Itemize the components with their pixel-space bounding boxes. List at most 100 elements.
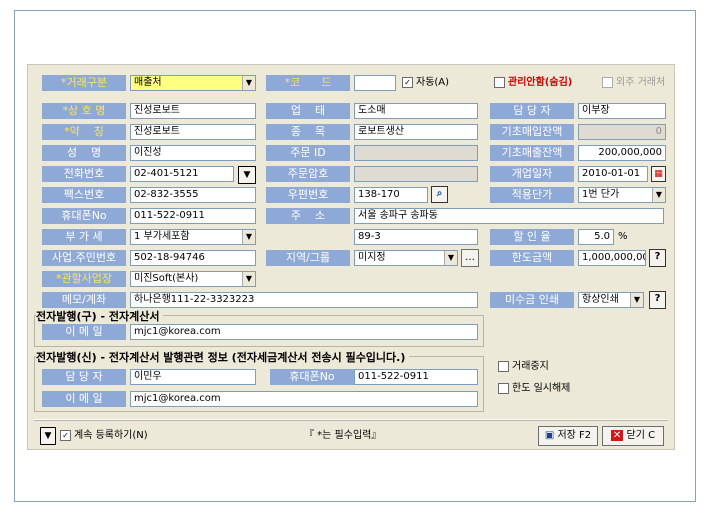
address-label: 주 소 <box>266 208 350 224</box>
stop-trade-checkbox[interactable]: 거래중지 <box>498 360 549 374</box>
einvoice-new-mobile-input[interactable]: 011-522-0911 <box>354 369 478 385</box>
unpaid-print-select[interactable]: 항상인쇄 ▼ <box>578 292 644 308</box>
unpaid-help-button[interactable]: ? <box>649 291 666 309</box>
outsourcing-checkbox[interactable]: 외주 거래처 <box>602 76 665 90</box>
item-input[interactable]: 로보트생산 <box>354 124 478 140</box>
orderpw-input[interactable] <box>354 166 478 182</box>
fax-input[interactable]: 02-832-3555 <box>130 187 256 203</box>
question-icon: ? <box>654 293 661 304</box>
base-sales-input[interactable]: 200,000,000 <box>578 145 666 161</box>
base-purchase-input[interactable]: 0 <box>578 124 666 140</box>
trade-type-label-text: *거래구분 <box>61 76 107 89</box>
discount-label: 할 인 율 <box>490 229 574 245</box>
unpaid-print-label: 미수금 인쇄 <box>490 292 574 308</box>
workplace-value: 미진Soft(본사) <box>134 273 199 284</box>
discount-input[interactable]: 5.0 <box>578 229 614 245</box>
vat-select[interactable]: 1 부가세포함 ▼ <box>130 229 256 245</box>
address1-input[interactable]: 서울 송파구 송파동 <box>354 208 664 224</box>
einvoice-new-manager-input[interactable]: 이민우 <box>130 369 256 385</box>
abbr-input[interactable]: 진성로보트 <box>130 124 256 140</box>
close-button-label: 닫기 C <box>626 430 656 441</box>
trade-type-select[interactable]: 매출처 ▼ <box>130 75 256 91</box>
checkbox-box-icon <box>494 76 505 88</box>
checkbox-box-icon <box>498 382 509 394</box>
workplace-select[interactable]: 미진Soft(본사) ▼ <box>130 271 256 287</box>
checkmark-icon: ✓ <box>60 429 71 441</box>
company-label-text: *상 호 명 <box>62 104 106 117</box>
einvoice-old-email-input[interactable]: mjc1@korea.com <box>130 324 478 340</box>
einvoice-new-mobile-label: 휴대폰No <box>270 369 354 385</box>
continue-label: 계속 등록하기(N) <box>74 430 148 441</box>
limit-label: 한도금액 <box>490 250 574 266</box>
close-icon: ✕ <box>610 430 624 441</box>
abbr-label: *약 칭 <box>42 124 126 140</box>
base-sales-label: 기초매출잔액 <box>490 145 574 161</box>
save-button[interactable]: ▣ 저장 F2 <box>538 426 598 446</box>
region-more-button[interactable]: … <box>461 249 479 267</box>
einvoice-new-manager-label: 담 당 자 <box>42 369 126 385</box>
footer-dropdown-button[interactable]: ▼ <box>40 427 56 445</box>
apply-price-value: 1번 단가 <box>582 189 620 200</box>
trade-type-label: *거래구분 <box>42 75 126 91</box>
unpaid-print-value: 항상인쇄 <box>582 294 619 305</box>
vat-value: 1 부가세포함 <box>134 231 190 242</box>
manager-label: 담 당 자 <box>490 103 574 119</box>
apply-price-select[interactable]: 1번 단가 ▼ <box>578 187 666 203</box>
auto-checkbox[interactable]: ✓ 자동(A) <box>402 76 449 90</box>
orderid-label: 주문 ID <box>266 145 350 161</box>
region-select[interactable]: 미지정 ▼ <box>354 250 458 266</box>
zip-search-button[interactable]: ⌕ <box>431 186 448 203</box>
close-button[interactable]: ✕ 닫기 C <box>602 426 664 446</box>
region-value: 미지정 <box>358 252 386 263</box>
base-purchase-label: 기초매입잔액 <box>490 124 574 140</box>
mobile-input[interactable]: 011-522-0911 <box>130 208 256 224</box>
bizno-input[interactable]: 502-18-94746 <box>130 250 256 266</box>
calendar-button[interactable]: ▦ <box>651 166 666 182</box>
calendar-icon: ▦ <box>654 169 663 179</box>
checkmark-icon: ✓ <box>402 76 413 88</box>
chevron-down-icon[interactable]: ▼ <box>652 188 665 202</box>
chevron-down-icon[interactable]: ▼ <box>242 76 255 90</box>
address2-input[interactable]: 89-3 <box>354 229 478 245</box>
zip-input[interactable]: 138-170 <box>354 187 428 203</box>
limit-release-checkbox[interactable]: 한도 일시해제 <box>498 382 570 396</box>
chevron-down-icon[interactable]: ▼ <box>444 251 457 265</box>
chevron-down-icon[interactable]: ▼ <box>242 230 255 244</box>
memo-input[interactable]: 하나은행111-22-3323223 <box>130 292 478 308</box>
mgmt-hidden-checkbox[interactable]: 관리안함(숨김) <box>494 76 572 90</box>
footer-separator <box>34 419 668 421</box>
phone-input[interactable]: 02-401-5121 <box>130 166 234 182</box>
region-label: 지역/그룹 <box>266 250 350 266</box>
einvoice-old-email-label: 이 메 일 <box>42 324 126 340</box>
chevron-down-icon[interactable]: ▼ <box>630 293 643 307</box>
bizno-label: 사업.주민번호 <box>42 250 126 266</box>
ellipsis-icon: … <box>465 252 475 263</box>
phone-dropdown-button[interactable]: ▼ <box>238 166 256 184</box>
orderid-input[interactable] <box>354 145 478 161</box>
trade-type-value: 매출처 <box>134 77 162 88</box>
chevron-down-icon[interactable]: ▼ <box>242 272 255 286</box>
code-input[interactable] <box>354 75 396 91</box>
orderpw-label: 주문암호 <box>266 166 350 182</box>
limit-input[interactable]: 1,000,000,000 <box>578 250 646 266</box>
question-icon: ? <box>654 251 661 262</box>
continue-checkbox[interactable]: ✓ 계속 등록하기(N) <box>60 429 148 443</box>
name-label: 성 명 <box>42 145 126 161</box>
company-label: *상 호 명 <box>42 103 126 119</box>
limit-release-label: 한도 일시해제 <box>512 383 571 394</box>
name-input[interactable]: 이진성 <box>130 145 256 161</box>
open-date-input[interactable]: 2010-01-01 <box>578 166 648 182</box>
save-button-label: 저장 F2 <box>557 430 592 441</box>
floppy-disk-icon: ▣ <box>544 430 555 441</box>
einvoice-new-email-label: 이 메 일 <box>42 391 126 407</box>
limit-help-button[interactable]: ? <box>649 249 666 267</box>
manager-input[interactable]: 이부장 <box>578 103 666 119</box>
company-input[interactable]: 진성로보트 <box>130 103 256 119</box>
vat-label: 부 가 세 <box>42 229 126 245</box>
einvoice-new-email-input[interactable]: mjc1@korea.com <box>130 391 478 407</box>
biztype-input[interactable]: 도소매 <box>354 103 478 119</box>
einvoice-old-title: 전자발행(구) - 전자계산서 <box>36 308 164 324</box>
item-label: 종 목 <box>266 124 350 140</box>
einvoice-new-title: 전자발행(신) - 전자계산서 발행관련 정보 (전자세금계산서 전송시 필수입… <box>36 349 410 365</box>
zip-label: 우편번호 <box>266 187 350 203</box>
